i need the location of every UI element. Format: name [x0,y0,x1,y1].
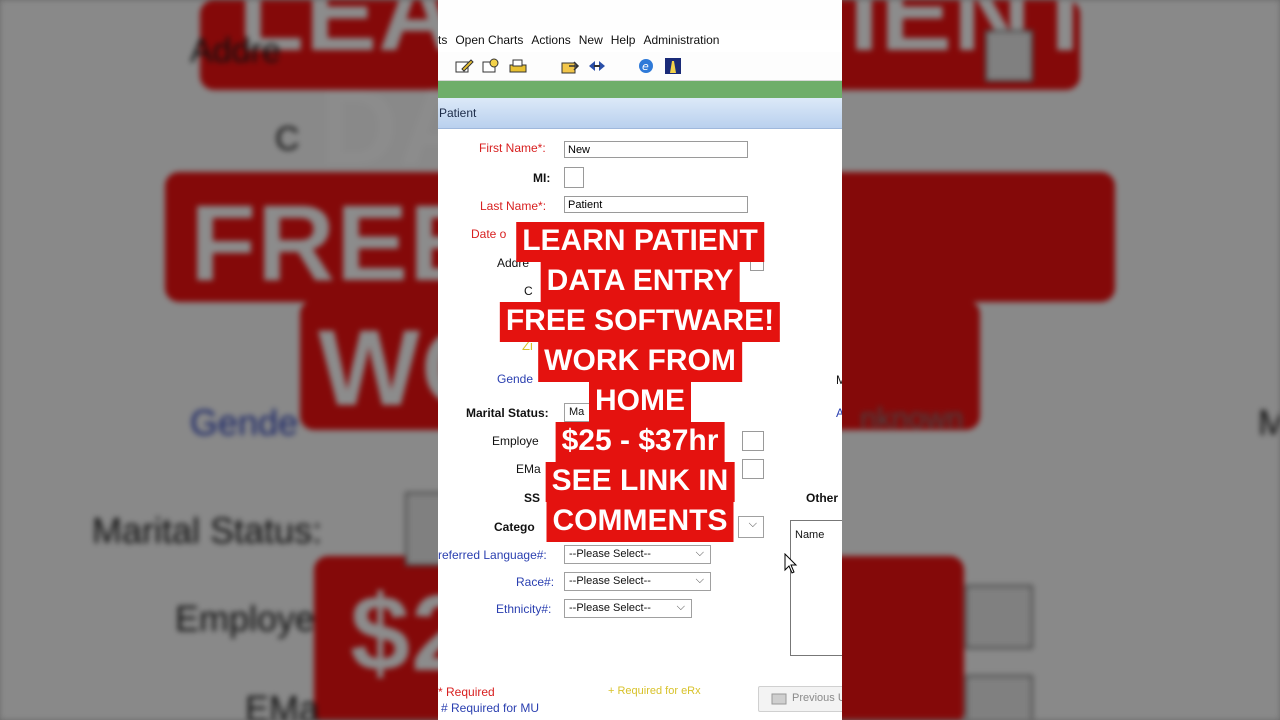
category-label: Catego [494,520,535,534]
employer-input[interactable] [742,431,764,451]
other-names-list[interactable]: Name [790,520,842,656]
ethnicity-label: Ethnicity#: [496,602,552,616]
preferred-language-label: referred Language#: [438,548,547,562]
legend-required: * Required [438,685,495,699]
previous-button-label: Previous U [792,692,842,704]
previous-button[interactable]: Previous U [758,686,842,712]
list-header-name: Name [795,529,825,541]
chevron-down-icon: ⌵ [695,547,704,559]
chevron-down-icon: ⌵ [695,574,704,586]
magnifier-chart-icon [482,58,499,73]
card-icon [771,693,787,705]
date-of-birth-label: Date o [471,227,507,241]
mi-input[interactable] [564,167,584,188]
mi-label: MI: [533,171,551,185]
menu-item-actions[interactable]: Actions [531,33,570,47]
menu-item-charts[interactable]: ts [438,33,447,47]
city-label: C [524,284,533,298]
marital-status-select[interactable]: Ma [564,403,594,422]
scan-chart-button[interactable] [507,56,529,76]
ehr-window: ts Open Charts Actions New Help Administ… [438,0,842,720]
navigate-button[interactable] [586,56,608,76]
menu-item-administration[interactable]: Administration [643,33,719,47]
green-status-bar [438,81,842,98]
open-folder-button[interactable] [559,56,581,76]
other-label: Other [806,491,839,505]
arrows-icon [589,61,605,71]
folder-arrow-icon [561,61,580,74]
ethnicity-value: --Please Select-- [569,602,651,614]
gender-label: Gende [497,372,534,386]
menu-item-help[interactable]: Help [611,33,636,47]
title-strip [438,0,842,30]
race-select[interactable]: --Please Select-- ⌵ [564,572,711,591]
ethnicity-select[interactable]: --Please Select-- ⌵ [564,599,692,618]
browser-button[interactable]: e [635,56,657,76]
scanner-icon [509,59,527,73]
internet-explorer-icon: e [639,59,653,73]
last-name-input[interactable] [564,196,748,213]
race-value: --Please Select-- [569,575,651,587]
race-label: Race#: [516,575,555,589]
zip-label: Zi [522,338,533,353]
employer-label: Employe [492,434,539,448]
first-name-label: First Name*: [479,141,546,155]
section-title: Patient [439,106,477,120]
menu-item-open-charts[interactable]: Open Charts [455,33,523,47]
chevron-down-icon: ⌵ [748,518,757,530]
preferred-language-value: --Please Select-- [569,548,651,560]
category-select[interactable]: ⌵ [738,516,764,538]
mouse-cursor-icon [784,553,798,574]
edit-chart-button[interactable] [453,56,475,76]
menu-bar: ts Open Charts Actions New Help Administ… [438,30,842,50]
last-name-label: Last Name*: [480,199,547,213]
preferred-language-select[interactable]: --Please Select-- ⌵ [564,545,711,564]
email-label: EMa [516,462,541,476]
right-m-label: M [836,373,842,387]
legend-required-mu: # Required for MU [441,701,540,715]
marital-status-label: Marital Status: [466,406,549,420]
search-chart-button[interactable] [480,56,502,76]
section-header: Patient [438,98,842,129]
toolbar: e [438,52,842,81]
marital-status-value: Ma [569,406,585,418]
right-a-label: A [836,406,842,420]
ssn-label: SS [524,491,541,505]
address-input[interactable] [750,254,764,271]
first-name-input[interactable] [564,141,748,158]
email-input[interactable] [742,459,764,479]
menu-item-new[interactable]: New [579,33,603,47]
svg-text:e: e [642,60,649,73]
road-icon [665,58,681,74]
pencil-chart-icon [455,59,474,73]
road-button[interactable] [662,56,684,76]
legend-required-erx: + Required for eRx [608,685,701,697]
chevron-down-icon: ⌵ [676,601,685,613]
address-label: Addre [497,256,530,270]
